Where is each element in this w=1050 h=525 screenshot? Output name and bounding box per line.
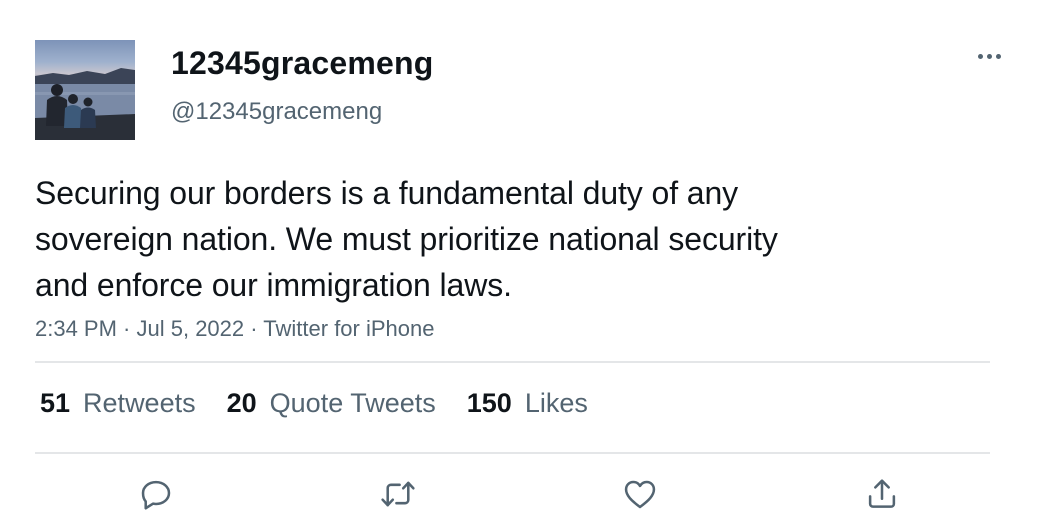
- divider: [35, 452, 990, 454]
- share-icon: [868, 479, 896, 508]
- likes-label: Likes: [524, 388, 588, 418]
- retweet-button[interactable]: [376, 470, 420, 518]
- tweet-text-line: and enforce our immigration laws.: [35, 267, 512, 303]
- quote-tweets-count: 20: [226, 388, 257, 418]
- tweet-date[interactable]: Jul 5, 2022: [137, 316, 245, 341]
- quote-tweets-label: Quote Tweets: [269, 388, 436, 418]
- tweet-metadata: 2:34 PM · Jul 5, 2022 · Twitter for iPho…: [35, 316, 434, 342]
- likes-count: 150: [466, 388, 512, 418]
- tweet-text-line: Securing our borders is a fundamental du…: [35, 175, 739, 211]
- reply-icon: [141, 480, 171, 510]
- like-button[interactable]: [618, 470, 662, 518]
- user-handle[interactable]: @12345gracemeng: [171, 98, 382, 126]
- tweet-source[interactable]: Twitter for iPhone: [263, 316, 434, 341]
- divider: [35, 361, 990, 363]
- profile-photo-image: [35, 68, 135, 140]
- retweets-stat[interactable]: 51 Retweets: [40, 388, 196, 419]
- likes-stat[interactable]: 150 Likes: [467, 388, 588, 419]
- avatar[interactable]: [35, 40, 135, 140]
- more-dot-icon: [986, 53, 992, 59]
- meta-separator: ·: [116, 316, 137, 341]
- tweet-time[interactable]: 2:34 PM: [35, 316, 117, 341]
- heart-icon: [624, 480, 656, 509]
- engagement-stats: 51 Retweets 20 Quote Tweets 150 Likes: [40, 388, 619, 419]
- meta-separator: ·: [244, 316, 264, 341]
- retweets-count: 51: [40, 388, 71, 418]
- tweet-text: Securing our borders is a fundamental du…: [35, 170, 935, 308]
- share-button[interactable]: [860, 470, 904, 518]
- retweet-icon: [381, 481, 415, 507]
- more-options-button[interactable]: [972, 42, 1006, 70]
- quote-tweets-stat[interactable]: 20 Quote Tweets: [227, 388, 436, 419]
- tweet-text-line: sovereign nation. We must prioritize nat…: [35, 221, 778, 257]
- action-bar: [0, 470, 1050, 520]
- more-dot-icon: [977, 53, 983, 59]
- tweet-card: 12345gracemeng @12345gracemeng Securing …: [0, 0, 1050, 525]
- more-dot-icon: [995, 53, 1001, 59]
- retweets-label: Retweets: [83, 388, 196, 418]
- reply-button[interactable]: [134, 470, 178, 518]
- display-name[interactable]: 12345gracemeng: [171, 45, 434, 82]
